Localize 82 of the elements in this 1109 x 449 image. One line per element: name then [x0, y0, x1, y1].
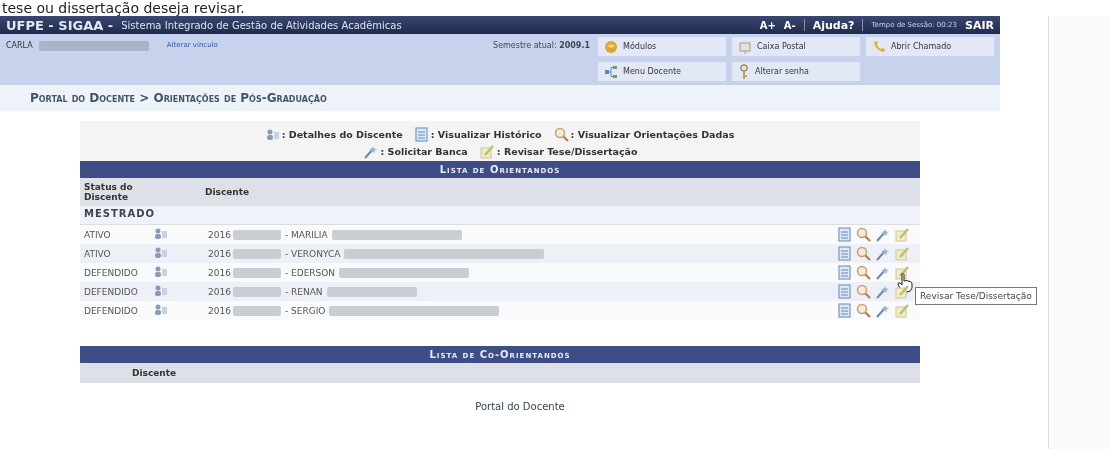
menu-button[interactable]: Módulos [598, 37, 726, 56]
column-header: Discente [204, 187, 250, 197]
group-heading: MESTRADO [80, 206, 920, 225]
logout-link[interactable]: SAIR [965, 18, 994, 32]
semester-label: Semestre atual: 2009.1 [493, 41, 590, 50]
menu-button[interactable]: Alterar senha [732, 62, 860, 81]
action-magnifier-icon [856, 246, 871, 261]
student-id-cell-text: 2016 [208, 248, 232, 259]
action-wand-icon [875, 284, 891, 299]
system-brand: UFPE - SIGAA - [6, 17, 114, 33]
action-pencil-icon [895, 284, 910, 299]
font-decrease-link[interactable]: A- [783, 19, 796, 31]
row-person-icon [154, 246, 168, 259]
system-name: Sistema Integrado de Gestão de Atividades Acadêmicas [121, 19, 402, 31]
action-document-icon [838, 284, 852, 299]
row-person-icon [154, 303, 168, 316]
legend-label: : Solicitar Banca [380, 146, 468, 157]
action-wand-icon [875, 265, 891, 280]
student-name-cell-text: - VERONYCA [283, 248, 342, 259]
status-cell-text: ATIVO [84, 248, 112, 259]
student-id-cell-text: 2016 [208, 267, 232, 278]
legend-magnifier-icon [553, 127, 569, 142]
user-name: CARLA [6, 41, 33, 50]
action-wand-icon [875, 227, 891, 242]
key-icon [738, 63, 750, 80]
legend-document-icon [414, 127, 429, 142]
student-id-cell-text: 2016 [208, 229, 232, 240]
action-document-icon [838, 227, 852, 242]
table-caption: Lista de Co-Orientandos [80, 346, 920, 363]
action-magnifier-icon [856, 265, 871, 280]
action-magnifier-icon [856, 284, 871, 299]
mailbox-icon [738, 39, 752, 54]
action-document-icon [838, 246, 852, 261]
redacted-bar [232, 305, 281, 316]
caption-text: tese ou dissertação deseja revisar. [1, 0, 246, 16]
action-pencil-icon [895, 227, 910, 242]
student-name-cell-text: - RENAN [283, 286, 324, 297]
legend-label: : Visualizar Histórico [430, 129, 542, 140]
action-document-icon [838, 265, 852, 280]
cube-icon [604, 39, 618, 54]
status-cell-text: ATIVO [84, 229, 112, 240]
legend-label: : Detalhes do Discente [281, 129, 403, 140]
font-increase-link[interactable]: A+ [759, 19, 776, 31]
menu-button[interactable]: Abrir Chamado [866, 37, 994, 56]
row-person-icon [154, 227, 168, 240]
action-pencil-icon [895, 303, 910, 318]
redacted-bar [232, 248, 281, 259]
status-cell-text: DEFENDIDO [84, 286, 139, 297]
action-wand-icon [875, 303, 891, 318]
status-cell-text: DEFENDIDO [84, 305, 139, 316]
tree-diagram-icon [604, 64, 618, 79]
row-person-icon [154, 284, 168, 297]
tooltip: Revisar Tese/Dissertação [915, 287, 1037, 305]
legend-wand-icon [362, 144, 379, 159]
student-id-cell-text: 2016 [208, 286, 232, 297]
redacted-bar [232, 286, 281, 297]
legend-label: : Revisar Tese/Dissertação [496, 146, 638, 157]
action-magnifier-icon [856, 227, 871, 242]
action-document-icon [838, 303, 852, 318]
help-link[interactable]: Ajuda? [812, 18, 855, 32]
breadcrumb: Portal do Docente > Orientações de Pós-Graduação [0, 85, 1000, 111]
legend-person-icon [265, 128, 280, 141]
action-wand-icon [875, 246, 891, 261]
column-header: Status do Discente [83, 182, 134, 202]
student-id-cell-text: 2016 [208, 305, 232, 316]
row-person-icon [154, 265, 168, 278]
student-name-cell-text: - EDERSON [283, 267, 337, 278]
portal-link[interactable]: Portal do Docente [475, 401, 565, 412]
phone-icon [872, 39, 886, 54]
table-caption: Lista de Orientandos [80, 161, 920, 178]
menu-button[interactable]: Caixa Postal [732, 37, 860, 56]
menu-button[interactable]: Menu Docente [598, 62, 726, 81]
redacted-bar [232, 229, 281, 240]
action-magnifier-icon [856, 303, 871, 318]
action-pencil-icon [895, 246, 910, 261]
student-name-cell-text: - SERGIO [283, 305, 327, 316]
legend-label: : Visualizar Orientações Dadas [570, 129, 735, 140]
column-header: Discente [131, 368, 177, 378]
status-cell-text: DEFENDIDO [84, 267, 139, 278]
legend-pencil-icon [479, 144, 495, 159]
redacted-bar [232, 267, 281, 278]
student-name-cell-text: - MARILIA [283, 229, 329, 240]
